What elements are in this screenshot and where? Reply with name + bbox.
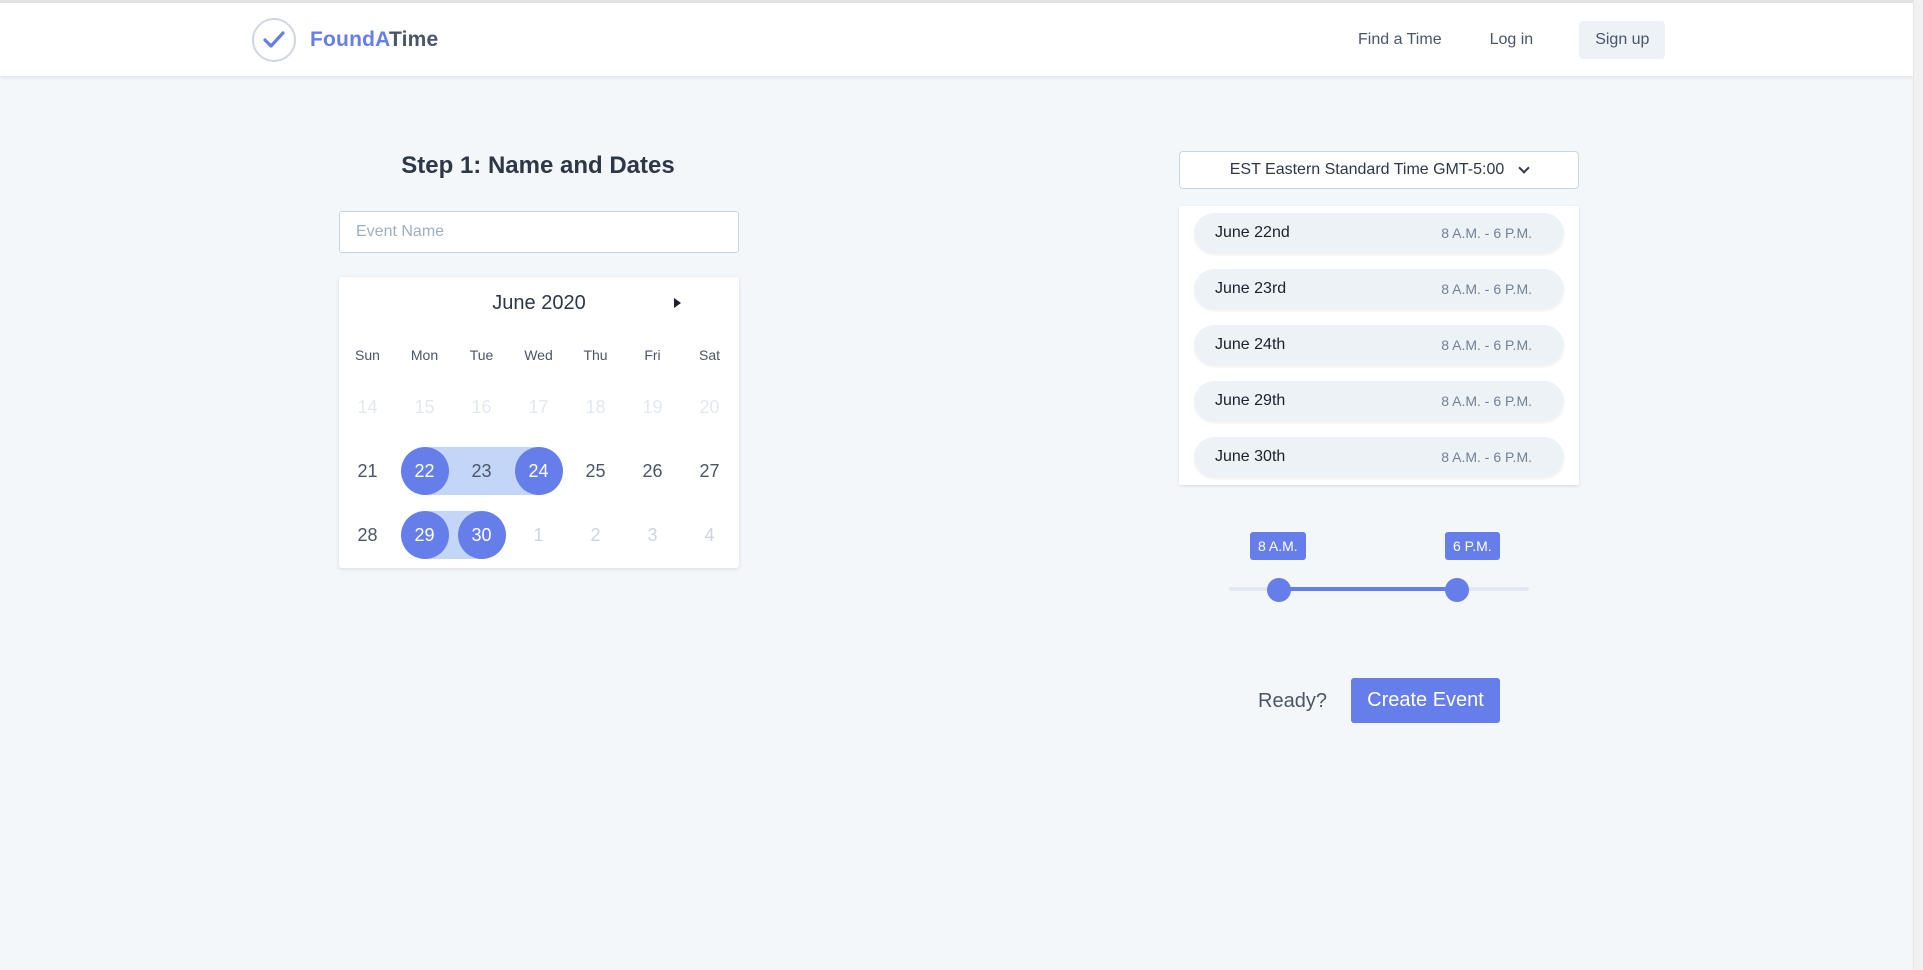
timezone-select[interactable]: EST Eastern Standard Time GMT-5:00 (1179, 151, 1579, 189)
calendar-day[interactable]: 21 (339, 447, 396, 495)
weekday-header: Mon (410, 347, 439, 363)
selected-date-time-range: 8 A.M. - 6 P.M. (1441, 393, 1532, 409)
calendar-day[interactable]: 14 (339, 383, 396, 431)
time-range-slider[interactable]: 8 A.M. 6 P.M. (1229, 530, 1529, 602)
calendar-day[interactable]: 20 (681, 383, 738, 431)
check-circle-icon (252, 18, 296, 62)
weekday-header: Sun (355, 347, 380, 363)
weekday-header: Fri (644, 347, 661, 363)
page-scrollbar[interactable] (1913, 0, 1923, 970)
calendar-day[interactable]: 1 (510, 511, 567, 559)
calendar-day[interactable]: 26 (624, 447, 681, 495)
top-navbar: FoundATime Find a Time Log in Sign up (0, 0, 1913, 76)
selected-date-time-range: 8 A.M. - 6 P.M. (1441, 225, 1532, 241)
end-time-label: 6 P.M. (1445, 532, 1500, 560)
calendar-day[interactable]: 18 (567, 383, 624, 431)
calendar-day[interactable]: 17 (510, 383, 567, 431)
create-event-button[interactable]: Create Event (1351, 678, 1500, 723)
calendar-day-selected: 22 (400, 447, 449, 495)
selected-date-item[interactable]: June 23rd 8 A.M. - 6 P.M. (1194, 269, 1564, 309)
selected-date-label: June 22nd (1215, 224, 1290, 241)
nav-links: Find a Time Log in Sign up (1342, 21, 1666, 59)
selected-date-time-range: 8 A.M. - 6 P.M. (1441, 281, 1532, 297)
calendar-day[interactable]: 22 (396, 447, 453, 495)
event-name-input[interactable] (339, 211, 739, 253)
weekday-header: Thu (583, 347, 608, 363)
brand-logo-link[interactable]: FoundATime (252, 17, 438, 63)
selected-date-time-range: 8 A.M. - 6 P.M. (1441, 337, 1532, 353)
calendar-day[interactable]: 4 (681, 511, 738, 559)
calendar-day[interactable]: 15 (396, 383, 453, 431)
step-title: Step 1: Name and Dates (338, 152, 738, 180)
start-time-handle[interactable] (1267, 578, 1291, 602)
calendar-day[interactable]: 19 (624, 383, 681, 431)
selected-date-label: June 24th (1215, 336, 1286, 353)
app-window: FoundATime Find a Time Log in Sign up St… (0, 0, 1923, 970)
calendar-day[interactable]: 25 (567, 447, 624, 495)
calendar-day[interactable]: 3 (624, 511, 681, 559)
calendar-day[interactable]: 2 (567, 511, 624, 559)
weekday-header: Tue (469, 347, 494, 363)
selected-date-item[interactable]: June 24th 8 A.M. - 6 P.M. (1194, 325, 1564, 365)
calendar-day[interactable]: 30 (453, 511, 510, 559)
brand-name: FoundATime (310, 28, 438, 52)
calendar-day[interactable]: 27 (681, 447, 738, 495)
nav-log-in[interactable]: Log in (1474, 21, 1550, 59)
weekday-header: Sat (698, 347, 720, 363)
brand-name-part-2: Time (388, 28, 439, 51)
brand-name-part-1: FoundA (310, 28, 389, 51)
step-heading: Name and Dates (487, 152, 675, 179)
calendar-day[interactable]: 29 (396, 511, 453, 559)
selected-date-item[interactable]: June 29th 8 A.M. - 6 P.M. (1194, 381, 1564, 421)
nav-find-a-time[interactable]: Find a Time (1342, 21, 1458, 59)
calendar-day-selected: 24 (514, 447, 563, 495)
ready-prompt: Ready? (1258, 690, 1327, 712)
calendar-day[interactable]: 28 (339, 511, 396, 559)
calendar-day[interactable]: 23 (453, 447, 510, 495)
timezone-selected-value: EST Eastern Standard Time GMT-5:00 (1229, 161, 1505, 178)
slider-range-fill (1279, 587, 1457, 591)
selected-date-label: June 30th (1215, 448, 1286, 465)
calendar-day[interactable]: 24 (510, 447, 567, 495)
selected-dates-list: June 22nd 8 A.M. - 6 P.M. June 23rd 8 A.M. … (1179, 206, 1579, 485)
selected-date-label: June 29th (1215, 392, 1286, 409)
calendar-grid: Sun Mon Tue Wed Thu Fri Sat 14 15 16 17 18 19 20 21 22 2… (339, 277, 739, 568)
weekday-header: Wed (524, 347, 553, 363)
date-picker-calendar: June 2020 Sun Mon Tue Wed Thu Fri Sat 14 15 16 17 1… (339, 277, 739, 568)
calendar-day[interactable]: 16 (453, 383, 510, 431)
chevron-down-icon (1518, 162, 1530, 174)
step-number: Step 1: (401, 152, 482, 179)
selected-date-time-range: 8 A.M. - 6 P.M. (1441, 449, 1532, 465)
check-icon (263, 31, 285, 48)
calendar-day-selected: 29 (400, 511, 449, 559)
selected-date-label: June 23rd (1215, 280, 1287, 297)
selected-date-item[interactable]: June 30th 8 A.M. - 6 P.M. (1194, 437, 1564, 477)
start-time-label: 8 A.M. (1250, 532, 1306, 560)
nav-sign-up-button[interactable]: Sign up (1579, 21, 1666, 59)
end-time-handle[interactable] (1445, 578, 1469, 602)
selected-date-item[interactable]: June 22nd 8 A.M. - 6 P.M. (1194, 213, 1564, 253)
calendar-day-selected: 30 (457, 511, 506, 559)
